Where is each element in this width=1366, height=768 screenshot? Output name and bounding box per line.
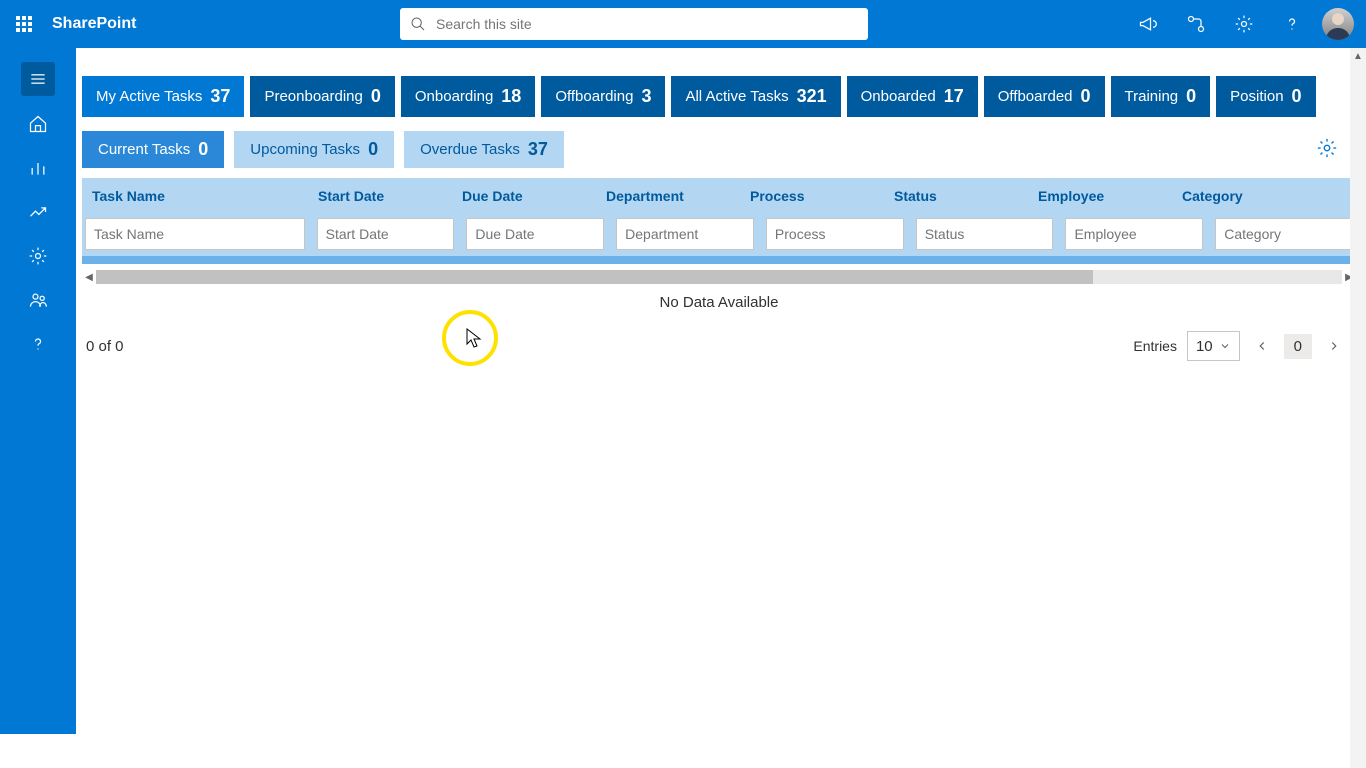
search-icon bbox=[410, 16, 426, 32]
col-header-due-date[interactable]: Due Date bbox=[452, 188, 596, 204]
horizontal-scrollbar[interactable]: ◀ ▶ bbox=[82, 268, 1356, 286]
tab-all-active-tasks[interactable]: All Active Tasks321 bbox=[671, 76, 840, 117]
filter-department[interactable] bbox=[616, 218, 754, 250]
suite-bar: SharePoint bbox=[0, 0, 1366, 48]
grid-settings-icon[interactable] bbox=[1316, 137, 1338, 162]
scroll-thumb[interactable] bbox=[96, 270, 1093, 284]
search-input[interactable] bbox=[436, 16, 858, 32]
nav-home-icon[interactable] bbox=[18, 104, 58, 144]
chevron-down-icon bbox=[1219, 340, 1231, 352]
tab-offboarding[interactable]: Offboarding3 bbox=[541, 76, 665, 117]
col-header-start-date[interactable]: Start Date bbox=[308, 188, 452, 204]
filter-category[interactable] bbox=[1215, 218, 1353, 250]
help-icon[interactable] bbox=[1268, 0, 1316, 48]
filter-task-name[interactable] bbox=[85, 218, 305, 250]
filter-start-date[interactable] bbox=[317, 218, 455, 250]
secondary-tabs: Current Tasks0 Upcoming Tasks0 Overdue T… bbox=[82, 131, 1356, 168]
prev-page-button[interactable] bbox=[1250, 334, 1274, 358]
subtab-overdue-tasks[interactable]: Overdue Tasks37 bbox=[404, 131, 564, 168]
table-band bbox=[82, 256, 1356, 264]
nav-help-icon[interactable] bbox=[18, 324, 58, 364]
app-launcher-icon[interactable] bbox=[0, 0, 48, 48]
filter-status[interactable] bbox=[916, 218, 1054, 250]
main-content: My Active Tasks37 Preonboarding0 Onboard… bbox=[76, 48, 1366, 768]
suite-right bbox=[1124, 0, 1366, 48]
nav-people-icon[interactable] bbox=[18, 280, 58, 320]
current-page: 0 bbox=[1284, 334, 1312, 359]
col-header-task-name[interactable]: Task Name bbox=[82, 188, 308, 204]
scroll-track[interactable] bbox=[96, 270, 1342, 284]
scroll-up-icon[interactable]: ▲ bbox=[1350, 48, 1366, 64]
no-data-message: No Data Available bbox=[82, 286, 1356, 327]
col-header-department[interactable]: Department bbox=[596, 188, 740, 204]
search-container bbox=[400, 8, 868, 40]
entries-value: 10 bbox=[1196, 338, 1213, 355]
entries-select[interactable]: 10 bbox=[1187, 331, 1240, 361]
nav-trend-icon[interactable] bbox=[18, 192, 58, 232]
tab-training[interactable]: Training0 bbox=[1111, 76, 1211, 117]
next-page-button[interactable] bbox=[1322, 334, 1346, 358]
tab-position[interactable]: Position0 bbox=[1216, 76, 1315, 117]
primary-tabs: My Active Tasks37 Preonboarding0 Onboard… bbox=[82, 76, 1356, 117]
tab-preonboarding[interactable]: Preonboarding0 bbox=[250, 76, 394, 117]
table-filter-row bbox=[82, 214, 1356, 256]
tab-my-active-tasks[interactable]: My Active Tasks37 bbox=[82, 76, 244, 117]
scroll-left-icon[interactable]: ◀ bbox=[82, 272, 96, 283]
col-header-category[interactable]: Category bbox=[1172, 188, 1316, 204]
record-range: 0 of 0 bbox=[86, 338, 124, 355]
hamburger-icon[interactable] bbox=[21, 62, 55, 96]
nav-analytics-icon[interactable] bbox=[18, 148, 58, 188]
filter-employee[interactable] bbox=[1065, 218, 1203, 250]
brand-name[interactable]: SharePoint bbox=[48, 15, 136, 33]
col-header-process[interactable]: Process bbox=[740, 188, 884, 204]
entries-label: Entries bbox=[1133, 338, 1177, 354]
left-nav-rail bbox=[0, 48, 76, 734]
subtab-upcoming-tasks[interactable]: Upcoming Tasks0 bbox=[234, 131, 394, 168]
user-avatar[interactable] bbox=[1322, 8, 1354, 40]
col-header-employee[interactable]: Employee bbox=[1028, 188, 1172, 204]
filter-process[interactable] bbox=[766, 218, 904, 250]
table-footer: 0 of 0 Entries 10 0 bbox=[82, 327, 1356, 361]
tab-onboarding[interactable]: Onboarding18 bbox=[401, 76, 535, 117]
table-header-row: Task Name Start Date Due Date Department… bbox=[82, 178, 1356, 214]
col-header-status[interactable]: Status bbox=[884, 188, 1028, 204]
task-table: Task Name Start Date Due Date Department… bbox=[82, 178, 1356, 327]
search-box[interactable] bbox=[400, 8, 868, 40]
nav-settings-icon[interactable] bbox=[18, 236, 58, 276]
megaphone-icon[interactable] bbox=[1124, 0, 1172, 48]
settings-icon[interactable] bbox=[1220, 0, 1268, 48]
filter-due-date[interactable] bbox=[466, 218, 604, 250]
subtab-current-tasks[interactable]: Current Tasks0 bbox=[82, 131, 224, 168]
tab-onboarded[interactable]: Onboarded17 bbox=[847, 76, 978, 117]
tab-offboarded[interactable]: Offboarded0 bbox=[984, 76, 1105, 117]
browser-scrollbar[interactable]: ▲ bbox=[1350, 48, 1366, 768]
flow-icon[interactable] bbox=[1172, 0, 1220, 48]
